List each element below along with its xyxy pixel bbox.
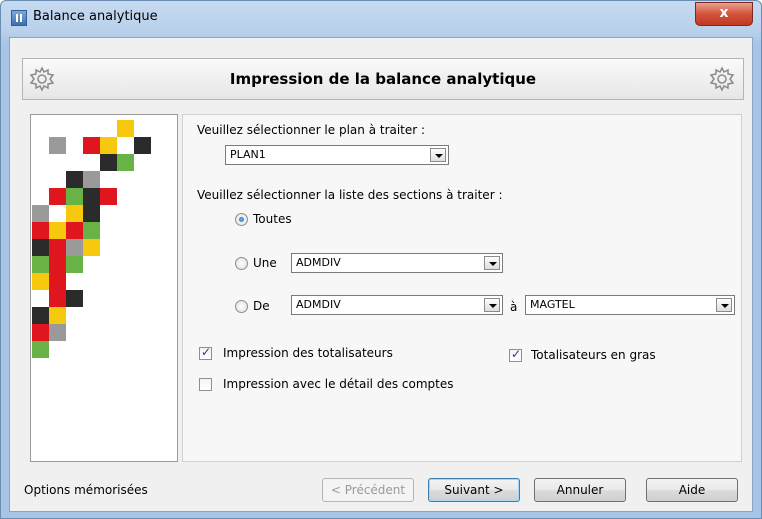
mosaic-tile — [32, 273, 49, 290]
footer-bar: Options mémorisées < Précédent Suivant >… — [10, 466, 752, 511]
title-bar[interactable]: Balance analytique x — [1, 1, 761, 35]
mosaic-tile — [100, 137, 117, 154]
mosaic-tile — [49, 290, 66, 307]
mosaic-tile — [66, 256, 83, 273]
detail-checkbox[interactable] — [199, 378, 212, 391]
range-from-select[interactable]: ADMDIV — [291, 295, 503, 315]
mosaic-tile — [100, 154, 117, 171]
plan-prompt-label: Veuillez sélectionner le plan à traiter … — [197, 123, 426, 137]
help-button[interactable]: Aide — [646, 478, 738, 502]
range-to-select[interactable]: MAGTEL — [525, 295, 735, 315]
mosaic-tile — [83, 222, 100, 239]
plan-select-value: PLAN1 — [230, 148, 266, 161]
mosaic-tile — [100, 188, 117, 205]
mosaic-tile — [66, 205, 83, 222]
mosaic-tile — [134, 137, 151, 154]
decorative-mosaic-image — [30, 114, 178, 462]
one-section-value: ADMDIV — [296, 256, 341, 269]
radio-range-sections[interactable] — [235, 300, 248, 313]
app-icon — [11, 10, 27, 26]
mosaic-tile — [49, 307, 66, 324]
header-title: Impression de la balance analytique — [229, 70, 537, 88]
mosaic-tile — [83, 188, 100, 205]
gear-icon — [709, 66, 735, 92]
plan-select[interactable]: PLAN1 — [225, 145, 449, 165]
radio-all-sections[interactable] — [235, 213, 248, 226]
next-button[interactable]: Suivant > — [428, 478, 520, 502]
radio-one-label: Une — [253, 256, 277, 270]
mosaic-tile — [32, 307, 49, 324]
dialog-client-area: Impression de la balance analytique Veui… — [9, 37, 753, 512]
mosaic-tile — [83, 171, 100, 188]
dialog-window: Balance analytique x Impression de la ba… — [0, 0, 762, 519]
mosaic-tile — [66, 290, 83, 307]
mosaic-tile — [32, 256, 49, 273]
range-to-value: MAGTEL — [530, 298, 575, 311]
memorized-options-label: Options mémorisées — [24, 483, 148, 497]
bold-totals-checkbox[interactable] — [509, 347, 522, 362]
mosaic-tile — [66, 222, 83, 239]
mosaic-tile — [66, 171, 83, 188]
range-to-label: à — [510, 300, 518, 314]
mosaic-tile — [117, 154, 134, 171]
sections-prompt-label: Veuillez sélectionner la liste des secti… — [197, 188, 503, 202]
chevron-down-icon[interactable] — [484, 298, 500, 312]
range-from-value: ADMDIV — [296, 298, 341, 311]
mosaic-tile — [49, 222, 66, 239]
header-band: Impression de la balance analytique — [22, 58, 744, 100]
mosaic-tile — [66, 239, 83, 256]
mosaic-tile — [32, 324, 49, 341]
mosaic-tile — [32, 341, 49, 358]
window-title: Balance analytique — [33, 9, 158, 24]
cancel-button[interactable]: Annuler — [534, 478, 626, 502]
close-button[interactable]: x — [695, 2, 753, 26]
totals-checkbox[interactable] — [199, 345, 212, 360]
mosaic-tile — [49, 137, 66, 154]
mosaic-tile — [32, 222, 49, 239]
chevron-down-icon[interactable] — [430, 148, 446, 162]
mosaic-tile — [49, 324, 66, 341]
mosaic-tile — [66, 188, 83, 205]
mosaic-tile — [83, 205, 100, 222]
chevron-down-icon[interactable] — [716, 298, 732, 312]
radio-range-label: De — [253, 299, 270, 313]
mosaic-tile — [32, 205, 49, 222]
radio-all-label: Toutes — [253, 212, 292, 226]
mosaic-tile — [83, 137, 100, 154]
options-panel: Veuillez sélectionner le plan à traiter … — [182, 114, 742, 462]
bold-totals-label: Totalisateurs en gras — [531, 348, 656, 362]
one-section-select[interactable]: ADMDIV — [291, 253, 503, 273]
previous-button[interactable]: < Précédent — [322, 478, 414, 502]
mosaic-tile — [117, 120, 134, 137]
detail-label: Impression avec le détail des comptes — [223, 377, 454, 391]
mosaic-tile — [32, 239, 49, 256]
mosaic-tile — [83, 239, 100, 256]
mosaic-tile — [49, 273, 66, 290]
chevron-down-icon[interactable] — [484, 256, 500, 270]
mosaic-tile — [49, 188, 66, 205]
mosaic-tile — [49, 256, 66, 273]
totals-label: Impression des totalisateurs — [223, 346, 393, 360]
mosaic-tile — [49, 239, 66, 256]
radio-one-section[interactable] — [235, 257, 248, 270]
